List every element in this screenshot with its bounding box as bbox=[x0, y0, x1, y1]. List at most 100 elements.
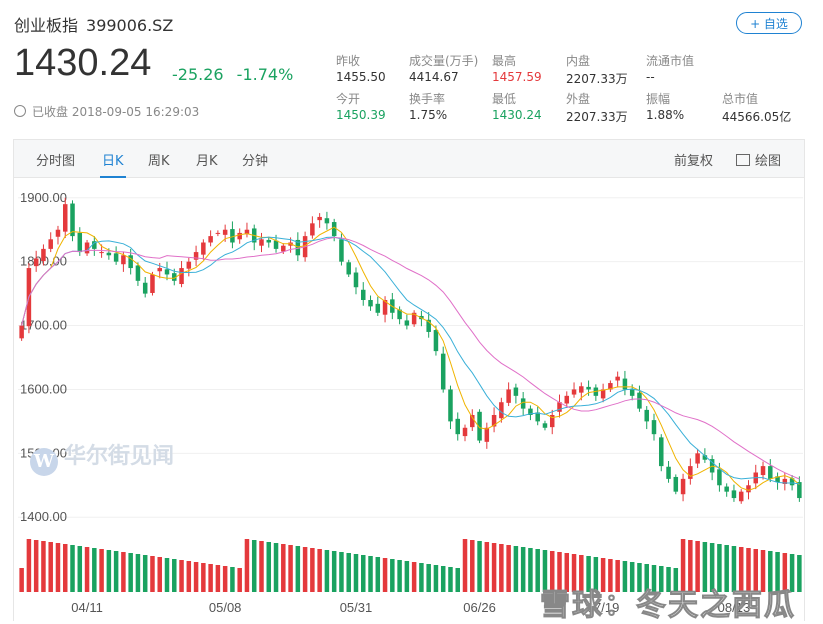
volume-bar bbox=[295, 546, 301, 592]
candle-body bbox=[695, 453, 700, 464]
x-tick-label: 05/31 bbox=[340, 600, 373, 615]
watermark-logo-icon: W bbox=[30, 448, 58, 476]
candle-body bbox=[331, 222, 337, 237]
candle-body bbox=[55, 229, 61, 237]
watermark-text: 华尔街见闻 bbox=[64, 443, 175, 469]
volume-bar bbox=[186, 561, 192, 592]
kline-chart[interactable]: 1900.001800.001700.001600.001500.001400.… bbox=[0, 0, 823, 621]
candle-body bbox=[746, 485, 751, 493]
volume-bar bbox=[135, 554, 141, 592]
candle-body bbox=[208, 236, 213, 243]
volume-bar bbox=[55, 543, 61, 592]
candle-body bbox=[738, 491, 744, 502]
volume-bar bbox=[470, 540, 475, 592]
candle-body bbox=[339, 239, 344, 262]
candle-body bbox=[615, 376, 620, 381]
candle-body bbox=[164, 269, 170, 275]
candle-body bbox=[455, 418, 460, 435]
candle-body bbox=[644, 409, 649, 422]
volume-bar bbox=[150, 556, 155, 592]
candle-body bbox=[150, 274, 155, 293]
x-tick-label: 06/26 bbox=[463, 600, 496, 615]
volume-bar bbox=[142, 555, 148, 592]
volume-bar bbox=[440, 566, 446, 592]
volume-bar bbox=[528, 548, 533, 592]
candle-body bbox=[41, 248, 46, 262]
candle-body bbox=[62, 204, 68, 232]
volume-bar bbox=[462, 539, 468, 592]
volume-bar bbox=[128, 553, 133, 592]
volume-bar bbox=[251, 540, 257, 592]
volume-bar bbox=[375, 557, 381, 592]
candle-body bbox=[666, 466, 671, 479]
candle-body bbox=[506, 389, 511, 403]
volume-bar bbox=[302, 547, 308, 592]
volume-bar bbox=[19, 568, 24, 592]
candle-body bbox=[186, 261, 192, 269]
candle-body bbox=[768, 466, 773, 479]
candle-body bbox=[353, 272, 359, 288]
volume-bar bbox=[113, 551, 119, 592]
watermark: W 华尔街见闻 bbox=[30, 438, 174, 476]
volume-bar bbox=[41, 541, 46, 592]
volume-bar bbox=[455, 568, 460, 592]
candle-body bbox=[99, 252, 104, 254]
candle-body bbox=[346, 262, 351, 275]
candle-body bbox=[542, 423, 548, 428]
candle-body bbox=[484, 427, 490, 442]
volume-bar bbox=[324, 550, 330, 592]
volume-bar bbox=[288, 545, 293, 592]
x-tick-label: 05/08 bbox=[209, 600, 242, 615]
candle-body bbox=[717, 469, 722, 486]
volume-bar bbox=[164, 558, 170, 592]
candle-body bbox=[433, 330, 439, 352]
candle-body bbox=[404, 320, 410, 326]
candle-body bbox=[237, 232, 242, 240]
candle-body bbox=[222, 229, 228, 235]
candle-body bbox=[688, 466, 693, 479]
volume-bar bbox=[411, 562, 417, 592]
volume-bar bbox=[208, 564, 213, 592]
watermark-bottom: 雪球：冬天之西瓜 bbox=[540, 588, 796, 624]
volume-bar bbox=[331, 551, 337, 592]
volume-bar bbox=[266, 542, 272, 592]
y-tick-label: 1600.00 bbox=[20, 381, 67, 396]
x-tick-label: 04/11 bbox=[71, 600, 103, 615]
volume-bar bbox=[33, 540, 39, 592]
volume-bar bbox=[397, 560, 402, 592]
volume-bar bbox=[92, 548, 97, 592]
volume-bar bbox=[281, 544, 286, 592]
volume-bar bbox=[244, 539, 250, 592]
volume-bar bbox=[339, 552, 344, 592]
candle-body bbox=[462, 427, 468, 437]
candle-body bbox=[673, 476, 679, 492]
candle-body bbox=[84, 242, 90, 254]
volume-bar bbox=[382, 558, 388, 592]
candle-body bbox=[48, 239, 53, 249]
candle-body bbox=[121, 255, 126, 265]
volume-bar bbox=[390, 559, 395, 592]
candle-body bbox=[368, 300, 373, 307]
candle-body bbox=[586, 386, 591, 390]
volume-bar bbox=[419, 563, 424, 592]
volume-bar bbox=[317, 549, 322, 592]
volume-bar bbox=[77, 546, 83, 592]
volume-bar bbox=[106, 550, 112, 592]
candle-body bbox=[651, 420, 657, 435]
volume-bar bbox=[172, 559, 177, 592]
candle-body bbox=[135, 265, 141, 281]
volume-bar bbox=[310, 548, 315, 592]
candle-body bbox=[571, 389, 577, 395]
volume-bar bbox=[273, 543, 279, 592]
volume-bar bbox=[346, 553, 351, 592]
volume-bar bbox=[499, 544, 504, 592]
candle-body bbox=[281, 245, 286, 252]
volume-bar bbox=[426, 564, 431, 592]
candle-body bbox=[440, 353, 446, 390]
candle-body bbox=[659, 437, 664, 467]
candle-body bbox=[513, 387, 519, 396]
candle-body bbox=[731, 490, 737, 499]
candle-body bbox=[760, 466, 766, 476]
volume-bar bbox=[99, 549, 104, 592]
candle-body bbox=[142, 282, 148, 294]
